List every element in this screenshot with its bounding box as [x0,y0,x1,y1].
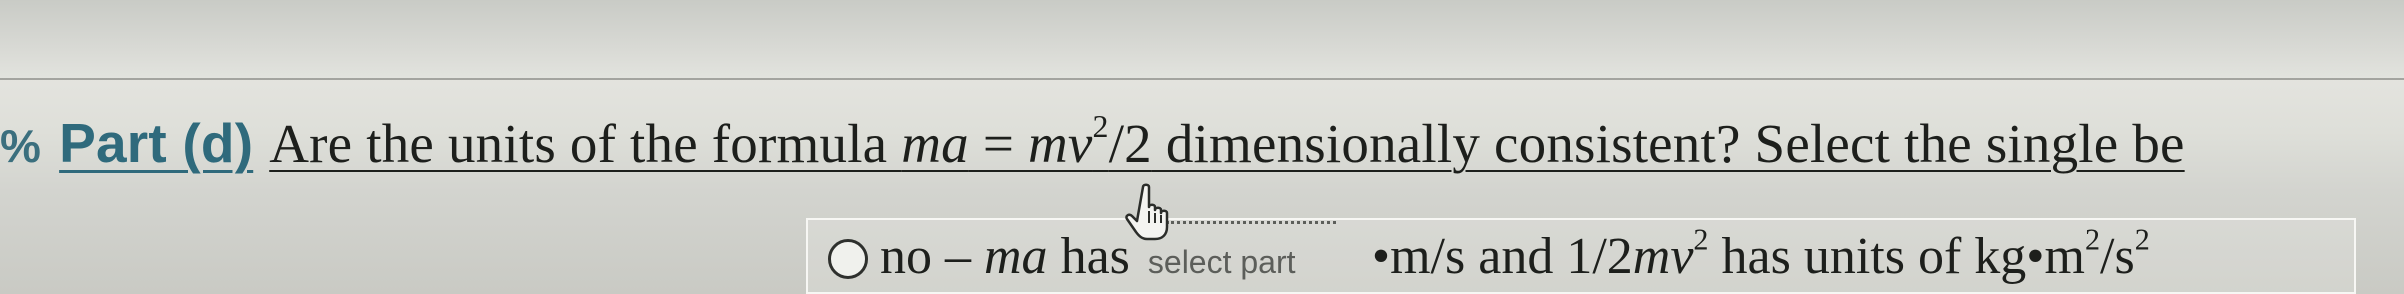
hand-pointer-icon [1125,183,1169,241]
question-text: Are the units of the formula ma = mv2/2 … [269,109,2185,174]
section-divider [0,78,2404,80]
previous-part-area [0,0,2404,78]
formula: ma = mv2/2 [901,109,1152,174]
answer-option-no[interactable]: no – ma has select part •m/s and 1/2mv2 ha… [828,221,2150,288]
radio-button[interactable] [828,239,868,279]
part-label[interactable]: Part (d) [59,112,253,174]
part-d-question: % Part (d) Are the units of the formula ma… [0,108,2185,178]
expand-bullet-icon[interactable]: % [0,120,41,172]
